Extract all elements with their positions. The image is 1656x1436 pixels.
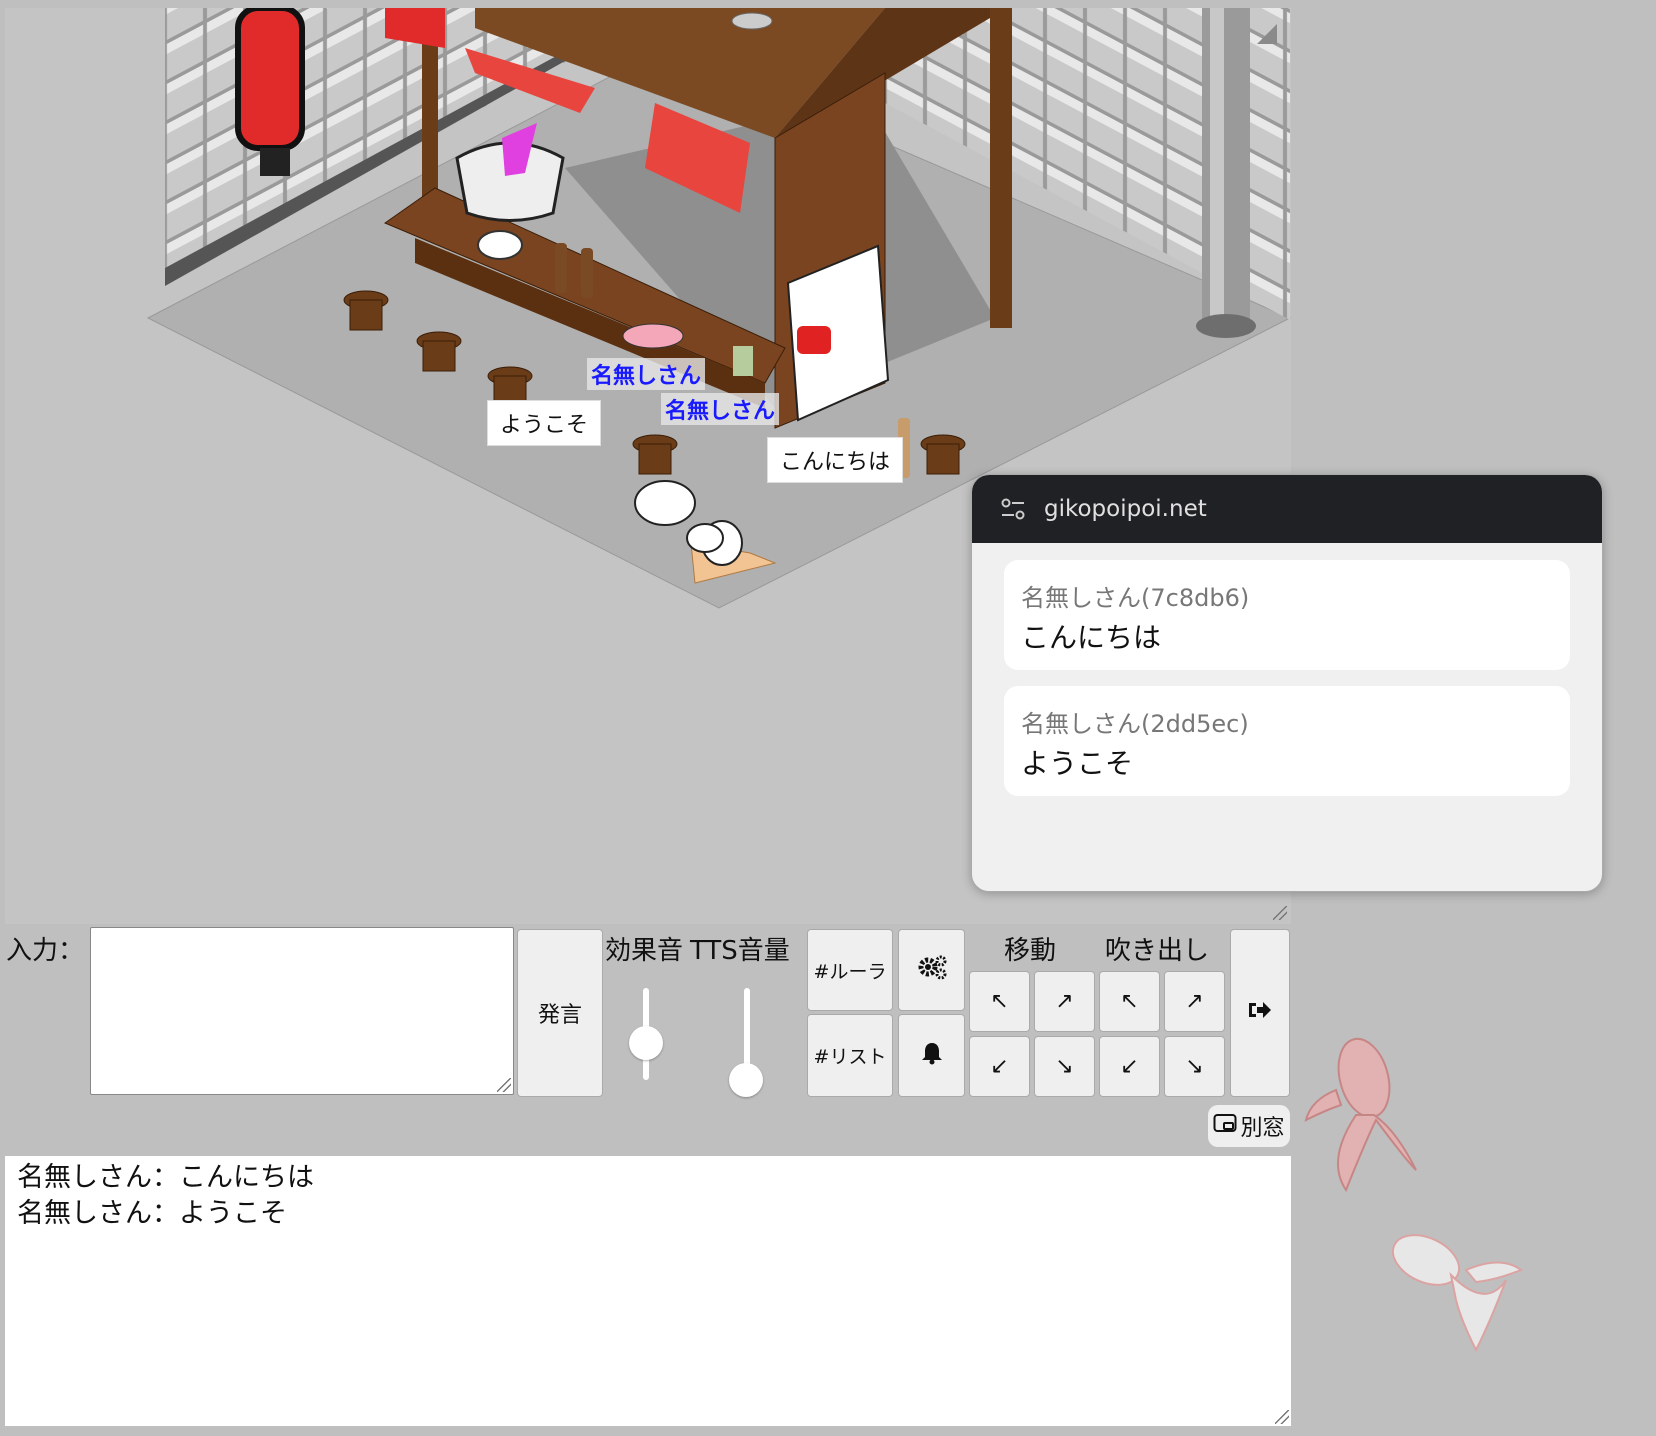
message-text: ようこそ — [1021, 747, 1134, 780]
bubble-direction-label: 吹き出し — [1105, 936, 1210, 966]
input-label: 入力： — [6, 936, 85, 966]
tts-volume-slider[interactable] — [729, 1063, 763, 1097]
room-resize-handle[interactable] — [1273, 906, 1287, 920]
popout-label: 別窓 — [1240, 1116, 1285, 1141]
rula-button[interactable]: #ルーラ — [807, 929, 893, 1011]
popup-titlebar[interactable]: gikopoipoi.net — [972, 475, 1602, 543]
room-corner-marker — [1257, 24, 1277, 44]
log-line: 名無しさん：こんにちは — [17, 1162, 314, 1193]
bubble-up-left-button[interactable]: ↖ — [1099, 971, 1160, 1032]
gears-icon — [917, 954, 947, 986]
character-name-tag[interactable]: 名無しさん — [587, 358, 706, 390]
input-resize-handle[interactable] — [497, 1078, 511, 1092]
move-label: 移動 — [1004, 936, 1057, 966]
sfx-volume-slider[interactable] — [629, 1026, 663, 1061]
bell-icon — [921, 1041, 943, 1071]
message-card: 名無しさん(2dd5ec) ようこそ — [1004, 686, 1570, 796]
logout-button[interactable] — [1230, 929, 1290, 1097]
popout-window-button[interactable]: 別窓 — [1208, 1105, 1290, 1147]
bubble-down-right-button[interactable]: ↘ — [1164, 1036, 1225, 1097]
log-line: 名無しさん：ようこそ — [17, 1198, 287, 1229]
sfx-volume-label: 効果音 — [605, 936, 684, 966]
log-resize-handle[interactable] — [1275, 1410, 1289, 1424]
bubble-down-left-button[interactable]: ↙ — [1099, 1036, 1160, 1097]
move-up-right-button[interactable]: ↗ — [1034, 971, 1095, 1032]
notification-button[interactable] — [898, 1014, 965, 1097]
popup-site-name: gikopoipoi.net — [1044, 496, 1207, 522]
site-settings-icon[interactable] — [1000, 496, 1026, 522]
chat-log[interactable]: 名無しさん：こんにちは 名無しさん：ようこそ — [5, 1156, 1291, 1426]
logout-icon — [1247, 999, 1273, 1027]
picture-in-picture-icon — [1213, 1113, 1237, 1139]
list-button[interactable]: #リスト — [807, 1014, 893, 1097]
settings-button[interactable] — [898, 929, 965, 1011]
message-sender: 名無しさん(2dd5ec) — [1021, 710, 1249, 738]
send-button[interactable]: 発言 — [517, 929, 603, 1097]
message-card: 名無しさん(7c8db6) こんにちは — [1004, 560, 1570, 670]
goldfish-decoration — [1304, 1037, 1524, 1353]
speech-bubble: ようこそ — [487, 400, 602, 446]
message-input[interactable] — [90, 927, 514, 1095]
message-sender: 名無しさん(7c8db6) — [1021, 584, 1250, 612]
move-down-left-button[interactable]: ↙ — [969, 1036, 1030, 1097]
move-up-left-button[interactable]: ↖ — [969, 971, 1030, 1032]
popup-window[interactable]: gikopoipoi.net 名無しさん(7c8db6) こんにちは 名無しさん… — [971, 474, 1603, 892]
character-name-tag[interactable]: 名無しさん — [661, 393, 780, 425]
speech-bubble: こんにちは — [767, 437, 904, 483]
tts-volume-label: TTS音量 — [690, 936, 790, 966]
move-down-right-button[interactable]: ↘ — [1034, 1036, 1095, 1097]
message-text: こんにちは — [1021, 621, 1162, 654]
bubble-up-right-button[interactable]: ↗ — [1164, 971, 1225, 1032]
